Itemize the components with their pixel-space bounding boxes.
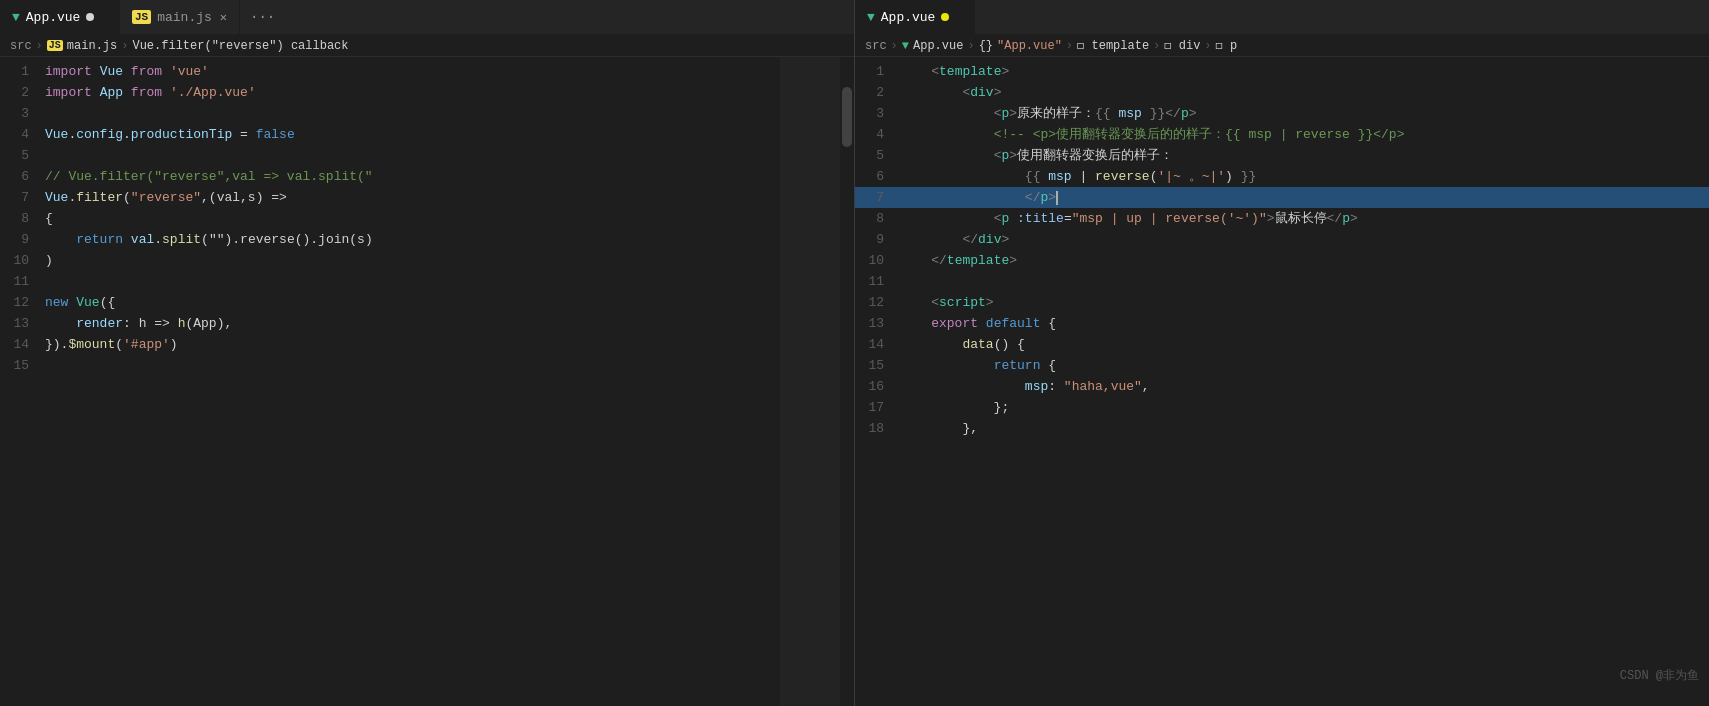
js-icon-left: JS (132, 10, 151, 24)
tab-main-js-left[interactable]: JS main.js ✕ (120, 0, 240, 34)
r-code-line-18: 18 }, (855, 418, 1709, 439)
right-code-area[interactable]: 1 <template> 2 <div> 3 <p>原来的样子：{{ msp }… (855, 57, 1709, 706)
code-line-12: 12 new Vue({ (0, 292, 854, 313)
left-tabs-bar: ▼ App.vue JS main.js ✕ ··· (0, 0, 854, 35)
r-code-line-5: 5 <p>使用翻转器变换后的样子： (855, 145, 1709, 166)
r-code-line-9: 9 </div> (855, 229, 1709, 250)
code-line-3: 3 (0, 103, 854, 124)
tab-main-js-label: main.js (157, 10, 212, 25)
watermark: CSDN @非为鱼 (1620, 667, 1699, 684)
right-tabs-bar: ▼ App.vue (855, 0, 1709, 35)
r-code-line-10: 10 </template> (855, 250, 1709, 271)
left-minimap (780, 57, 840, 706)
code-line-8: 8 { (0, 208, 854, 229)
code-line-7: 7 Vue.filter("reverse",(val,s) => (0, 187, 854, 208)
code-line-10: 10 ) (0, 250, 854, 271)
r-code-line-16: 16 msp: "haha,vue", (855, 376, 1709, 397)
code-line-14: 14 }).$mount('#app') (0, 334, 854, 355)
bc-js-icon: JS (47, 40, 63, 51)
left-editor-pane: ▼ App.vue JS main.js ✕ ··· src › JS main… (0, 0, 855, 706)
tab-app-vue-left[interactable]: ▼ App.vue (0, 0, 120, 34)
r-code-line-1: 1 <template> (855, 61, 1709, 82)
left-breadcrumb: src › JS main.js › Vue.filter("reverse")… (0, 35, 854, 57)
code-line-2: 2 import App from './App.vue' (0, 82, 854, 103)
r-code-line-4: 4 <!-- <p>使用翻转器变换后的的样子：{{ msp | reverse … (855, 124, 1709, 145)
right-breadcrumb: src › ▼ App.vue › {} "App.vue" › ◻ templ… (855, 35, 1709, 57)
r-code-line-8: 8 <p :title="msp | up | reverse('~')">鼠标… (855, 208, 1709, 229)
left-scrollbar[interactable] (840, 57, 854, 706)
tab-more-left[interactable]: ··· (240, 0, 285, 34)
tab-dot-left (86, 13, 94, 21)
tab-app-vue-left-label: App.vue (26, 10, 81, 25)
code-line-13: 13 render: h => h(App), (0, 313, 854, 334)
close-icon-left[interactable]: ✕ (220, 10, 227, 25)
code-line-6: 6 // Vue.filter("reverse",val => val.spl… (0, 166, 854, 187)
r-code-line-2: 2 <div> (855, 82, 1709, 103)
code-line-1: 1 import Vue from 'vue' (0, 61, 854, 82)
r-code-line-3: 3 <p>原来的样子：{{ msp }}</p> (855, 103, 1709, 124)
code-line-9: 9 return val.split("").reverse().join(s) (0, 229, 854, 250)
r-code-line-11: 11 (855, 271, 1709, 292)
r-code-line-13: 13 export default { (855, 313, 1709, 334)
left-code-area[interactable]: 1 import Vue from 'vue' 2 import App fro… (0, 57, 854, 706)
r-code-line-7: 7 </p> (855, 187, 1709, 208)
code-line-5: 5 (0, 145, 854, 166)
r-code-line-12: 12 <script> (855, 292, 1709, 313)
tab-app-vue-right[interactable]: ▼ App.vue (855, 0, 975, 34)
vue-icon-right: ▼ (867, 10, 875, 25)
r-code-line-6: 6 {{ msp | reverse('|~ 。~|') }} (855, 166, 1709, 187)
r-code-line-15: 15 return { (855, 355, 1709, 376)
code-line-15: 15 (0, 355, 854, 376)
tab-modified-dot-right (941, 13, 949, 21)
r-code-line-17: 17 }; (855, 397, 1709, 418)
right-editor-pane: ▼ App.vue src › ▼ App.vue › {} "App.vue"… (855, 0, 1709, 706)
code-line-4: 4 Vue.config.productionTip = false (0, 124, 854, 145)
left-scrollbar-thumb[interactable] (842, 87, 852, 147)
tab-app-vue-right-label: App.vue (881, 10, 936, 25)
code-line-11: 11 (0, 271, 854, 292)
r-code-line-14: 14 data() { (855, 334, 1709, 355)
vue-icon-left: ▼ (12, 10, 20, 25)
